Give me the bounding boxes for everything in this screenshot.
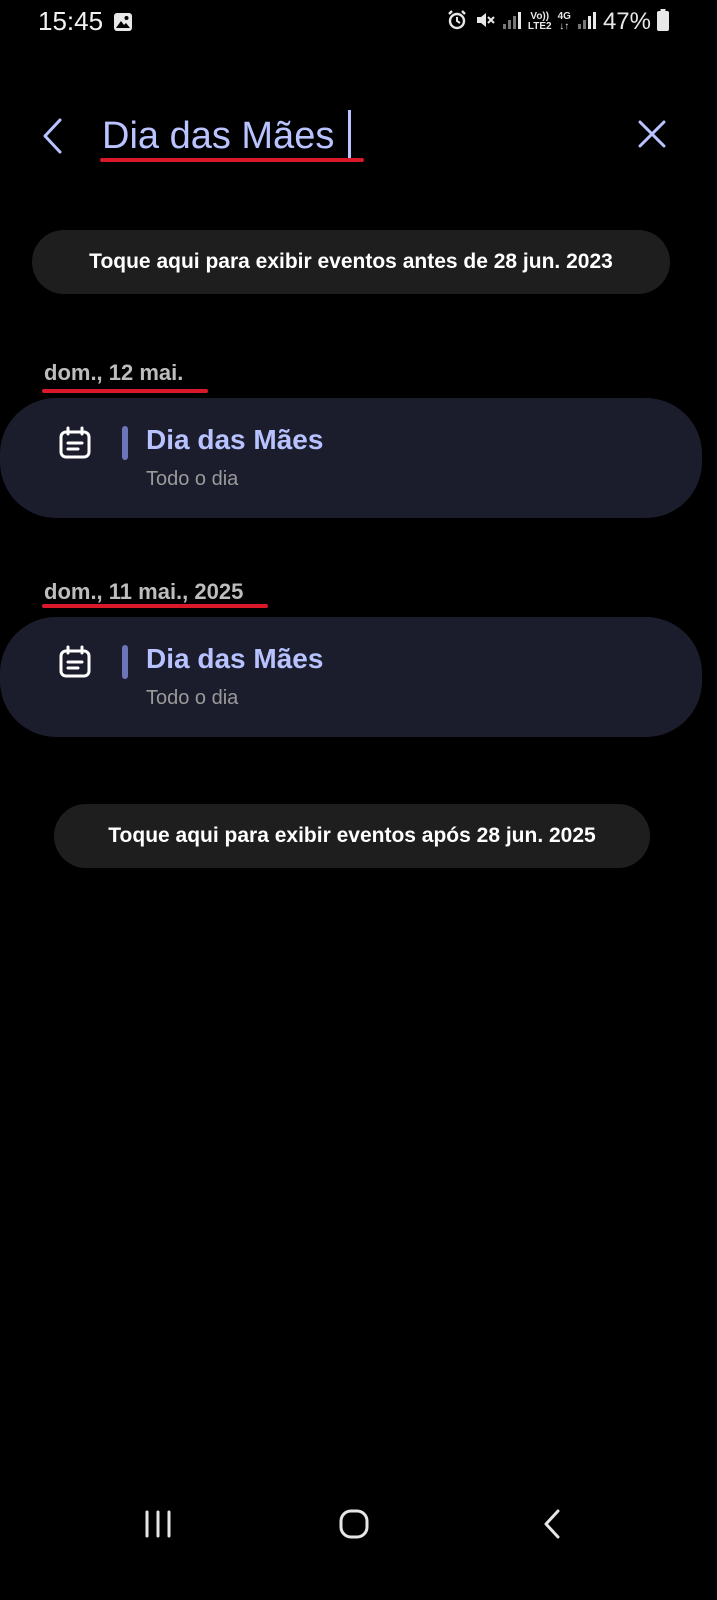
status-time: 15:45 (38, 6, 104, 36)
back-button[interactable] (30, 110, 74, 162)
event-title: Dia das Mães (146, 424, 324, 455)
status-right-area: Vo)) LTE2 4G ↓↑ 47% (446, 8, 669, 36)
alarm-icon (446, 9, 468, 36)
search-input[interactable] (102, 108, 602, 164)
home-icon (339, 1509, 369, 1539)
data-indicator: 4G ↓↑ (558, 12, 571, 32)
chevron-left-icon (43, 118, 62, 154)
recent-apps-icon (145, 1510, 171, 1538)
volte-indicator: Vo)) LTE2 (528, 12, 552, 32)
event-title: Dia das Mães (146, 643, 324, 674)
event-color-bar (122, 645, 128, 679)
close-icon (638, 120, 666, 148)
text-caret (348, 110, 351, 158)
home-button[interactable] (326, 1500, 382, 1548)
gallery-notification-icon (113, 12, 133, 37)
date-highlight-underline (42, 604, 268, 608)
signal-icon-2 (577, 10, 597, 35)
battery-percent: 47% (602, 8, 651, 35)
signal-icon (502, 10, 522, 35)
clear-search-button[interactable] (630, 112, 674, 156)
load-later-events-button[interactable]: Toque aqui para exibir eventos após 28 j… (54, 804, 650, 868)
event-color-bar (122, 426, 128, 460)
date-highlight-underline (42, 389, 208, 393)
back-arrow-icon (544, 1509, 560, 1539)
calendar-event-icon (58, 645, 92, 684)
event-time: Todo o dia (146, 687, 239, 709)
date-header: dom., 11 mai., 2025 (44, 579, 244, 604)
date-header: dom., 12 mai. (44, 360, 184, 385)
nav-back-button[interactable] (524, 1500, 580, 1548)
lte2-label: LTE2 (527, 21, 552, 32)
event-time: Todo o dia (146, 468, 239, 490)
event-card[interactable]: Dia das Mães Todo o dia (0, 617, 702, 737)
data-arrows-icon: ↓↑ (559, 21, 570, 32)
load-earlier-events-button[interactable]: Toque aqui para exibir eventos antes de … (32, 230, 670, 294)
recent-apps-button[interactable] (130, 1500, 186, 1548)
event-card[interactable]: Dia das Mães Todo o dia (0, 398, 702, 518)
search-highlight-underline (100, 158, 364, 162)
battery-icon (657, 8, 669, 36)
mute-icon (474, 9, 496, 36)
calendar-event-icon (58, 426, 92, 465)
